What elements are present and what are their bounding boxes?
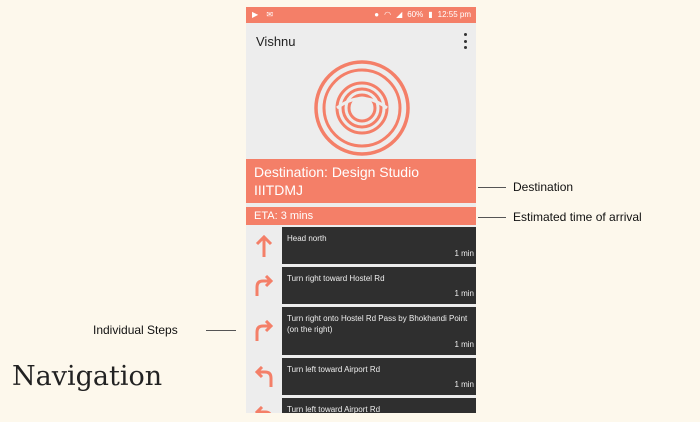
steps-list: Head north 1 min Turn right toward Hoste… bbox=[246, 227, 476, 413]
step-instruction: Turn left toward Airport Rd bbox=[287, 365, 381, 374]
status-right: ● ◠ ◢ 60% ▮ 12:55 pm bbox=[374, 10, 471, 19]
app-logo bbox=[314, 60, 410, 156]
step-box: Head north 1 min bbox=[282, 227, 476, 264]
signal-icon: ◢ bbox=[396, 10, 403, 19]
turn-right-icon bbox=[246, 267, 282, 304]
step-duration: 1 min bbox=[454, 289, 474, 298]
destination-banner: Destination: Design Studio IIITDMJ bbox=[246, 159, 476, 203]
battery-icon: ▮ bbox=[428, 10, 433, 19]
step-item[interactable]: Turn right toward Hostel Rd 1 min bbox=[246, 267, 476, 304]
step-box: Turn left toward Airport Rd bbox=[282, 398, 476, 413]
turn-left-icon bbox=[246, 398, 282, 413]
status-left-icons: ▶ ✉ bbox=[252, 10, 276, 19]
step-item[interactable]: Turn left toward Airport Rd 1 min bbox=[246, 358, 476, 395]
step-duration: 1 min bbox=[454, 380, 474, 389]
step-instruction: Head north bbox=[287, 234, 327, 243]
more-vert-icon[interactable] bbox=[460, 33, 470, 49]
battery-percent: 60% bbox=[407, 10, 424, 19]
step-duration: 1 min bbox=[454, 340, 474, 349]
page-heading: Navigation bbox=[12, 361, 163, 392]
wifi-icon: ◠ bbox=[384, 10, 392, 19]
status-time: 12:55 pm bbox=[437, 10, 471, 19]
arrow-up-icon bbox=[246, 227, 282, 264]
step-instruction: Turn left toward Airport Rd bbox=[287, 405, 381, 413]
step-instruction: Turn right toward Hostel Rd bbox=[287, 274, 385, 283]
turn-left-icon bbox=[246, 358, 282, 395]
step-box: Turn right toward Hostel Rd 1 min bbox=[282, 267, 476, 304]
step-box: Turn right onto Hostel Rd Pass by Bhokha… bbox=[282, 307, 476, 355]
step-item[interactable]: Turn left toward Airport Rd bbox=[246, 398, 476, 413]
status-bar: ▶ ✉ ● ◠ ◢ 60% ▮ 12:55 pm bbox=[246, 7, 476, 23]
steps-leader-line bbox=[206, 330, 236, 331]
steps-annotation: Individual Steps bbox=[93, 323, 178, 337]
eta-banner: ETA: 3 mins bbox=[246, 207, 476, 225]
eta-leader-line bbox=[478, 217, 506, 218]
step-item[interactable]: Head north 1 min bbox=[246, 227, 476, 264]
step-box: Turn left toward Airport Rd 1 min bbox=[282, 358, 476, 395]
step-instruction: Turn right onto Hostel Rd Pass by Bhokha… bbox=[287, 314, 468, 334]
play-icon: ▶ bbox=[252, 10, 262, 19]
step-duration: 1 min bbox=[454, 249, 474, 258]
notification-icon: ✉ bbox=[266, 10, 277, 19]
turn-right-icon bbox=[246, 307, 282, 355]
destination-leader-line bbox=[478, 187, 506, 188]
step-item[interactable]: Turn right onto Hostel Rd Pass by Bhokha… bbox=[246, 307, 476, 355]
app-bar: Vishnu bbox=[246, 23, 476, 59]
location-icon: ● bbox=[374, 10, 380, 19]
eta-annotation: Estimated time of arrival bbox=[513, 210, 642, 224]
destination-annotation: Destination bbox=[513, 180, 574, 194]
phone-screen: ▶ ✉ ● ◠ ◢ 60% ▮ 12:55 pm Vishnu Destinat… bbox=[246, 7, 476, 413]
app-title: Vishnu bbox=[256, 34, 296, 49]
